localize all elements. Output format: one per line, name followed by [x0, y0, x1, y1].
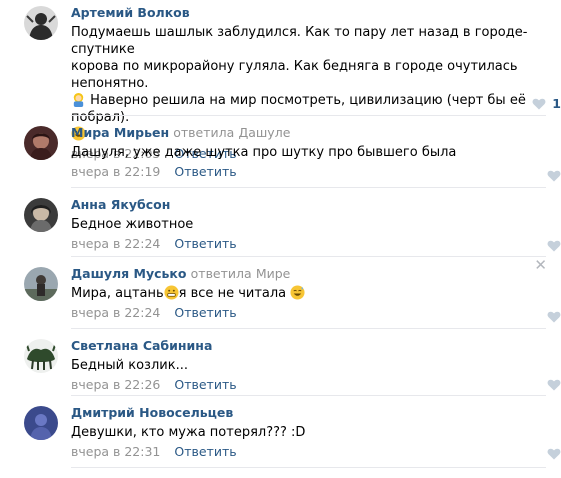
grimacing-emoji-icon — [164, 285, 179, 300]
comment-date[interactable]: вчера в 22:19 — [71, 164, 160, 179]
close-icon[interactable]: ✕ — [534, 257, 547, 274]
like-button[interactable]: 1 — [532, 95, 561, 112]
heart-icon — [532, 98, 546, 110]
heart-icon — [547, 311, 561, 323]
comment-text: Дашуля, уже даже шутка про шутку про быв… — [71, 145, 457, 160]
like-button[interactable] — [547, 445, 561, 462]
comment-date[interactable]: вчера в 22:26 — [71, 377, 160, 392]
avatar[interactable] — [24, 198, 58, 232]
person-emoji-icon — [71, 92, 86, 107]
comment-date[interactable]: вчера в 22:24 — [71, 236, 160, 251]
like-button[interactable] — [547, 376, 561, 393]
avatar[interactable] — [24, 406, 58, 440]
sweat-smile-emoji-icon — [290, 285, 305, 300]
comment-author[interactable]: Анна Якубсон — [71, 197, 170, 212]
comment: Дашуля Мусько ответила Мире Мира, ацтань… — [0, 257, 561, 329]
avatar[interactable] — [24, 339, 58, 373]
comment: Мира Мирьен ответила Дашуле Дашуля, уже … — [0, 116, 561, 188]
comment-author[interactable]: Светлана Сабинина — [71, 338, 212, 353]
comment-text: Бедный козлик... — [71, 358, 188, 373]
comment: Артемий Волков Подумаешь шашлык заблудил… — [0, 0, 561, 161]
comment-author[interactable]: Дмитрий Новосельцев — [71, 405, 233, 420]
avatar[interactable] — [24, 267, 58, 301]
heart-icon — [547, 448, 561, 460]
like-count: 1 — [552, 96, 561, 111]
comment-text: Девушки, кто мужа потерял??? :D — [71, 425, 306, 440]
comment-author[interactable]: Артемий Волков — [71, 5, 190, 20]
reply-button[interactable]: Ответить — [174, 164, 236, 179]
comment-date[interactable]: вчера в 22:24 — [71, 305, 160, 320]
heart-icon — [547, 170, 561, 182]
comment-date[interactable]: вчера в 22:31 — [71, 444, 160, 459]
comment-text: Бедное животное — [71, 217, 194, 232]
reply-button[interactable]: Ответить — [174, 236, 236, 251]
reply-button[interactable]: Ответить — [174, 377, 236, 392]
comment: Дмитрий Новосельцев Девушки, кто мужа по… — [0, 396, 561, 468]
comment-author[interactable]: Мира Мирьен — [71, 125, 169, 140]
heart-icon — [547, 240, 561, 252]
replied-to-name[interactable]: Дашуле — [238, 125, 290, 140]
reply-button[interactable]: Ответить — [174, 305, 236, 320]
like-button[interactable] — [547, 167, 561, 184]
comment: Светлана Сабинина Бедный козлик... вчера… — [0, 329, 561, 396]
heart-icon — [547, 379, 561, 391]
avatar[interactable] — [24, 6, 58, 40]
reply-button[interactable]: Ответить — [174, 444, 236, 459]
like-button[interactable] — [547, 308, 561, 325]
comments-feed: Артемий Волков Подумаешь шашлык заблудил… — [0, 0, 561, 478]
replied-label: ответила — [173, 125, 235, 140]
comment-author[interactable]: Дашуля Мусько — [71, 266, 187, 281]
avatar[interactable] — [24, 126, 58, 160]
comment: Анна Якубсон Бедное животное вчера в 22:… — [0, 188, 561, 257]
like-button[interactable] — [547, 237, 561, 254]
replied-to-name[interactable]: Мире — [256, 266, 291, 281]
comment-text: Мира, ацтань я все не читала — [71, 285, 537, 302]
replied-label: ответила — [190, 266, 252, 281]
